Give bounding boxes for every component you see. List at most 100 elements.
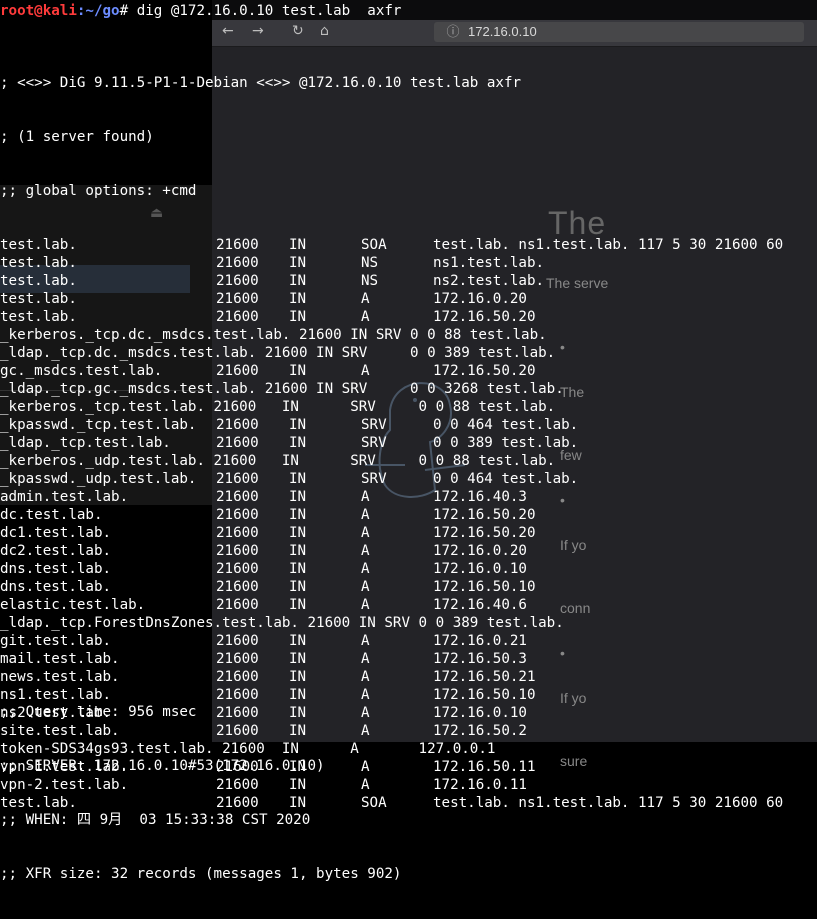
- footer-line: ;; XFR size: 32 records (messages 1, byt…: [0, 866, 402, 882]
- record-type: SRV: [361, 417, 387, 433]
- record-class: IN: [289, 525, 307, 541]
- record-ttl: 21600: [216, 489, 259, 505]
- footer-line: ;; WHEN: 四 9月 03 15:33:38 CST 2020: [0, 812, 311, 828]
- record-name: _kpasswd._udp.test.lab.: [0, 471, 197, 487]
- dns-record-row: mail.test.lab. 21600 IN A 172.16.50.3: [0, 650, 783, 668]
- dns-record-row: _kerberos._udp.test.lab. 21600 IN SRV 0 …: [0, 452, 783, 470]
- footer-line: ;; Query time: 956 msec: [0, 704, 197, 720]
- record-type: SRV: [361, 471, 387, 487]
- record-class: IN: [289, 507, 307, 523]
- record-data: 172.16.40.3: [433, 489, 527, 505]
- record-class: IN: [289, 417, 307, 433]
- record-ttl: 21600: [216, 471, 259, 487]
- record-class: IN: [289, 543, 307, 559]
- record-data: 172.16.50.11: [433, 759, 536, 775]
- record-name: git.test.lab.: [0, 633, 112, 649]
- record-name: elastic.test.lab.: [0, 597, 146, 613]
- record-class: IN: [289, 435, 307, 451]
- record-name: _kpasswd._tcp.test.lab.: [0, 417, 197, 433]
- record-class: IN: [289, 597, 307, 613]
- dns-record-row: _ldap._tcp.dc._msdcs.test.lab. 21600 IN …: [0, 344, 783, 362]
- record-raw: _kerberos._udp.test.lab. 21600 IN SRV 0 …: [0, 453, 556, 469]
- record-data: 172.16.50.20: [433, 507, 536, 523]
- record-data: 172.16.40.6: [433, 597, 527, 613]
- dns-record-row: _ldap._tcp.ForestDnsZones.test.lab. 2160…: [0, 614, 783, 632]
- record-type: A: [361, 489, 370, 505]
- dns-record-row: test.lab. 21600 IN NS ns1.test.lab.: [0, 254, 783, 272]
- record-class: IN: [289, 363, 307, 379]
- record-name: test.lab.: [0, 237, 77, 253]
- dns-record-row: dc2.test.lab. 21600 IN A 172.16.0.20: [0, 542, 783, 560]
- record-type: A: [361, 543, 370, 559]
- record-data: 172.16.50.10: [433, 579, 536, 595]
- record-name: _ldap._tcp.test.lab.: [0, 435, 171, 451]
- record-data: 172.16.0.10: [433, 561, 527, 577]
- record-data: 172.16.50.3: [433, 651, 527, 667]
- record-name: test.lab.: [0, 291, 77, 307]
- command-text: dig @172.16.0.10 test.lab axfr: [136, 3, 402, 19]
- record-class: IN: [289, 633, 307, 649]
- record-raw: _kerberos._tcp.test.lab. 21600 IN SRV 0 …: [0, 399, 556, 415]
- record-name: test.lab.: [0, 273, 77, 289]
- record-name: dc1.test.lab.: [0, 525, 112, 541]
- record-ttl: 21600: [216, 525, 259, 541]
- record-name: dns.test.lab.: [0, 561, 112, 577]
- record-ttl: 21600: [216, 651, 259, 667]
- prompt-path: :~/go: [76, 3, 120, 19]
- record-class: IN: [289, 291, 307, 307]
- record-ttl: 21600: [216, 561, 259, 577]
- header-line: ; (1 server found): [0, 129, 154, 145]
- dns-record-row: _ldap._tcp.test.lab. 21600 IN SRV 0 0 389 te…: [0, 434, 783, 452]
- dns-record-row: test.lab. 21600 IN A 172.16.50.20: [0, 308, 783, 326]
- record-type: A: [361, 561, 370, 577]
- record-class: IN: [289, 237, 307, 253]
- prompt-symbol: #: [119, 3, 137, 19]
- record-class: IN: [289, 471, 307, 487]
- record-raw: _ldap._tcp.ForestDnsZones.test.lab. 2160…: [0, 615, 564, 631]
- record-ttl: 21600: [216, 579, 259, 595]
- dns-record-row: dns.test.lab. 21600 IN A 172.16.0.10: [0, 560, 783, 578]
- record-name: mail.test.lab.: [0, 651, 120, 667]
- dns-record-row: elastic.test.lab. 21600 IN A 172.16.40.6: [0, 596, 783, 614]
- dns-record-row: _kerberos._tcp.dc._msdcs.test.lab. 21600…: [0, 326, 783, 344]
- record-data: 172.16.0.11: [433, 777, 527, 793]
- dns-record-row: dc1.test.lab. 21600 IN A 172.16.50.20: [0, 524, 783, 542]
- record-type: A: [361, 651, 370, 667]
- query-footer: ;; Query time: 956 msec ;; SERVER: 172.1…: [0, 667, 401, 919]
- record-ttl: 21600: [216, 633, 259, 649]
- terminal-window[interactable]: root@kali:~/go# dig @172.16.0.10 test.la…: [0, 0, 817, 882]
- record-class: IN: [289, 309, 307, 325]
- record-type: A: [361, 507, 370, 523]
- record-raw: _kerberos._tcp.dc._msdcs.test.lab. 21600…: [0, 327, 547, 343]
- record-ttl: 21600: [216, 237, 259, 253]
- record-type: SOA: [361, 237, 387, 253]
- record-class: IN: [289, 489, 307, 505]
- dns-record-row: _kpasswd._udp.test.lab. 21600 IN SRV 0 0 464…: [0, 470, 783, 488]
- record-data: 172.16.50.2: [433, 723, 527, 739]
- dns-record-row: git.test.lab. 21600 IN A 172.16.0.21: [0, 632, 783, 650]
- dns-record-row: dns.test.lab. 21600 IN A 172.16.50.10: [0, 578, 783, 596]
- record-data: 172.16.0.20: [433, 543, 527, 559]
- record-ttl: 21600: [216, 417, 259, 433]
- record-type: NS: [361, 273, 379, 289]
- record-name: gc._msdcs.test.lab.: [0, 363, 163, 379]
- record-type: A: [361, 363, 370, 379]
- dns-record-row: test.lab. 21600 IN SOA test.lab. ns1.test.la…: [0, 236, 783, 254]
- record-type: NS: [361, 255, 379, 271]
- dns-record-row: test.lab. 21600 IN NS ns2.test.lab.: [0, 272, 783, 290]
- dns-record-row: _kerberos._tcp.test.lab. 21600 IN SRV 0 …: [0, 398, 783, 416]
- record-type: A: [361, 597, 370, 613]
- prompt-user: root@kali: [0, 3, 77, 19]
- record-data: 0 0 464 test.lab.: [433, 417, 579, 433]
- dns-record-row: test.lab. 21600 IN A 172.16.0.20: [0, 290, 783, 308]
- record-data: 172.16.50.20: [433, 309, 536, 325]
- record-data: 0 0 464 test.lab.: [433, 471, 579, 487]
- record-ttl: 21600: [216, 363, 259, 379]
- record-data: 172.16.50.20: [433, 525, 536, 541]
- record-data: 172.16.50.21: [433, 669, 536, 685]
- record-class: IN: [289, 651, 307, 667]
- footer-line: ;; SERVER: 172.16.0.10#53(172.16.0.10): [0, 758, 325, 774]
- header-line: ; <<>> DiG 9.11.5-P1-1-Debian <<>> @172.…: [0, 75, 522, 91]
- record-name: test.lab.: [0, 309, 77, 325]
- record-raw: _ldap._tcp.gc._msdcs.test.lab. 21600 IN …: [0, 381, 564, 397]
